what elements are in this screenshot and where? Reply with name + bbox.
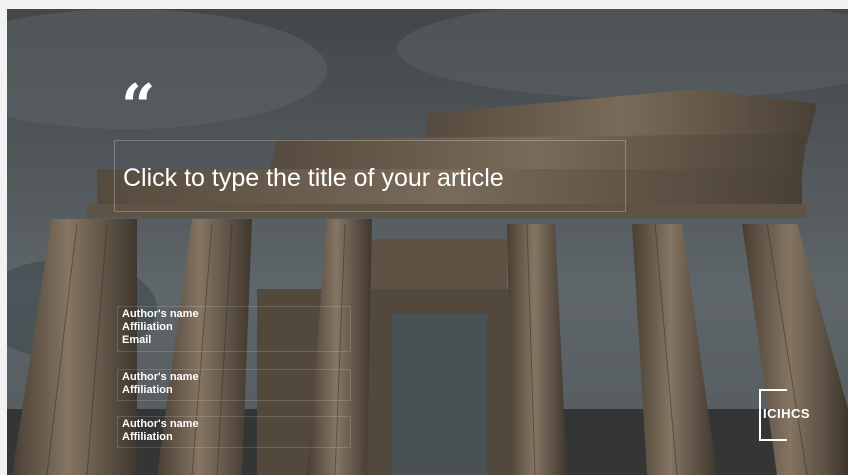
author-affiliation[interactable]: Affiliation [122, 431, 346, 444]
slide-canvas: “ Click to type the title of your articl… [7, 9, 848, 475]
title-placeholder-box[interactable]: Click to type the title of your article [114, 140, 626, 212]
author-affiliation[interactable]: Affiliation [122, 384, 346, 397]
author-name[interactable]: Author's name [122, 308, 346, 321]
quote-icon: “ [121, 72, 155, 142]
article-title[interactable]: Click to type the title of your article [123, 163, 504, 193]
author-name[interactable]: Author's name [122, 418, 346, 431]
author-email[interactable]: Email [122, 334, 346, 347]
logo-icon: ICIHCS [759, 389, 819, 445]
author-block-3[interactable]: Author's name Affiliation [117, 416, 351, 448]
author-name[interactable]: Author's name [122, 371, 346, 384]
author-block-1[interactable]: Author's name Affiliation Email [117, 306, 351, 352]
author-block-2[interactable]: Author's name Affiliation [117, 369, 351, 401]
logo-text: ICIHCS [763, 406, 811, 421]
author-affiliation[interactable]: Affiliation [122, 321, 346, 334]
